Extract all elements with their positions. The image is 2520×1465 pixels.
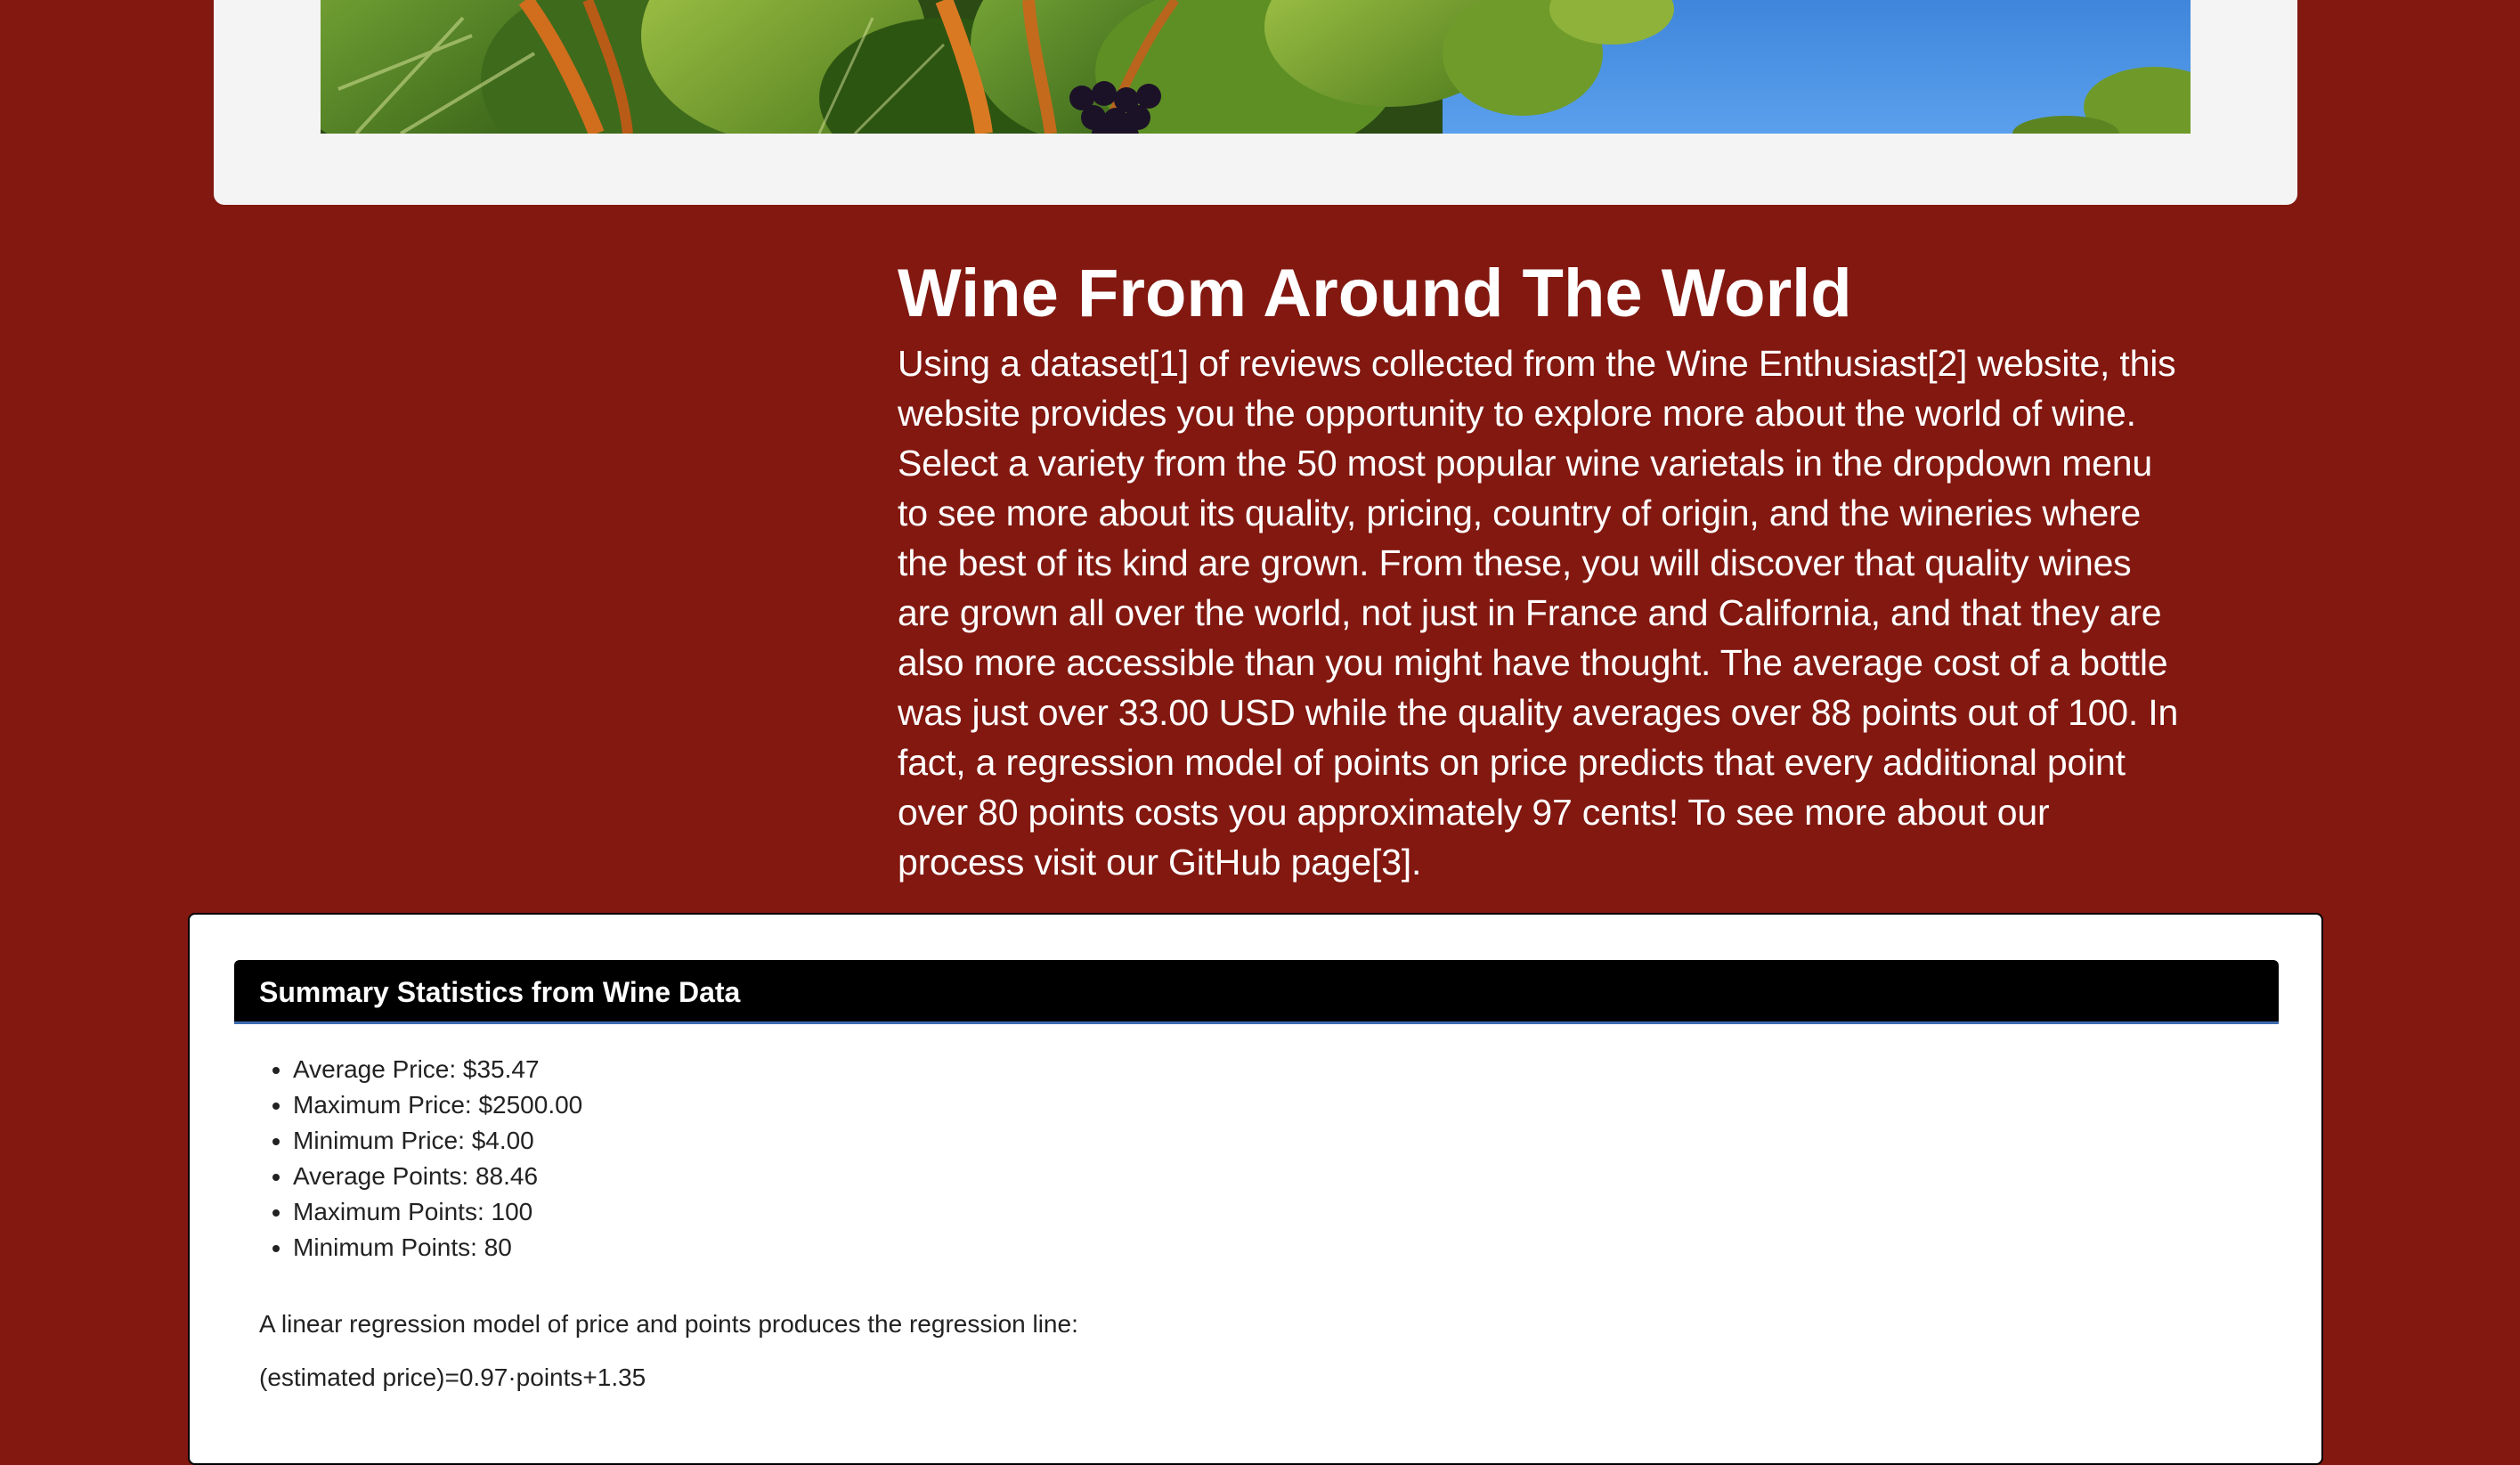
summary-card-header: Summary Statistics from Wine Data [234,960,2279,1024]
stat-minimum-points: Minimum Points: 80 [293,1230,582,1266]
jumbotron [214,0,2297,205]
intro-section: Wine From Around The World Using a datas… [898,249,2180,887]
vineyard-hero-image [321,0,2191,134]
summary-stats-list: Average Price: $35.47 Maximum Price: $25… [259,1052,582,1266]
summary-card-title: Summary Statistics from Wine Data [259,976,741,1008]
summary-card: Summary Statistics from Wine Data Averag… [188,913,2323,1465]
regression-description: A linear regression model of price and p… [259,1310,1078,1338]
stat-average-points: Average Points: 88.46 [293,1159,582,1194]
regression-equation: (estimated price)=0.97·points+1.35 [259,1363,646,1391]
page-title: Wine From Around The World [898,256,1852,331]
stat-maximum-price: Maximum Price: $2500.00 [293,1087,582,1123]
stat-maximum-points: Maximum Points: 100 [293,1194,582,1230]
intro-paragraph: Using a dataset[1] of reviews collected … [898,343,2179,883]
stat-minimum-price: Minimum Price: $4.00 [293,1123,582,1159]
stat-average-price: Average Price: $35.47 [293,1052,582,1087]
